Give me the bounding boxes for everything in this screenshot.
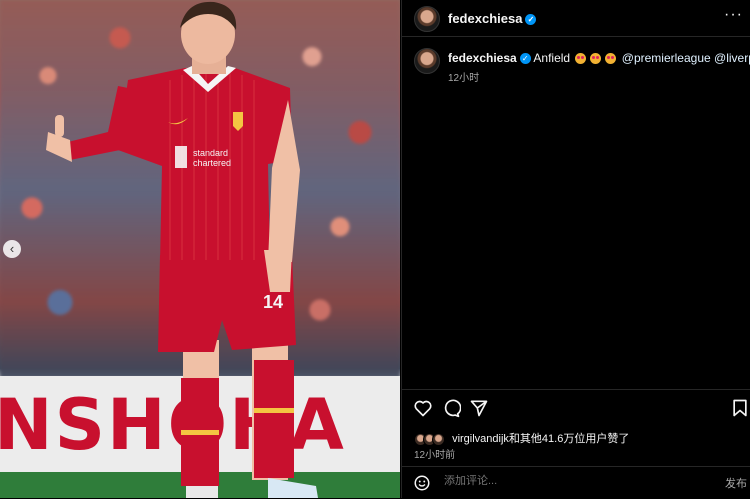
heart-icon[interactable] <box>413 398 433 418</box>
comment-icon[interactable] <box>441 398 461 418</box>
mention-liverpoolfc[interactable]: @liverpoolfc <box>714 51 750 65</box>
avatar[interactable] <box>414 6 440 32</box>
post-details-panel: fedexchiesa ✓ ··· fedexchiesa ✓ Anfield @p… <box>401 0 750 498</box>
post-timestamp: 12小时前 <box>414 450 456 461</box>
caption-avatar[interactable] <box>414 48 440 74</box>
svg-text:chartered: chartered <box>193 158 231 168</box>
caption-timestamp: 12小时 <box>448 73 480 84</box>
share-icon[interactable] <box>469 398 489 418</box>
heart-eyes-emoji-icon <box>575 53 587 65</box>
emoji-icon[interactable] <box>413 474 431 492</box>
liker-avatar <box>432 432 445 446</box>
more-options-button[interactable]: ··· <box>724 6 743 24</box>
svg-text:standard: standard <box>193 148 228 158</box>
bookmark-icon[interactable] <box>730 398 750 418</box>
post-comment-button[interactable]: 发布 <box>725 475 747 491</box>
likes-summary[interactable]: virgilvandijk和其他41.6万位用户赞了 <box>414 430 629 446</box>
likes-text[interactable]: virgilvandijk和其他41.6万位用户赞了 <box>452 433 629 445</box>
player-figure: 14 standard chartered <box>46 1 318 498</box>
comment-input[interactable] <box>442 474 706 488</box>
chevron-left-icon[interactable]: ‹ <box>3 240 21 258</box>
post-header: fedexchiesa ✓ ··· <box>402 0 750 37</box>
caption-username[interactable]: fedexchiesa <box>448 51 517 65</box>
header-username[interactable]: fedexchiesa ✓ <box>448 11 537 26</box>
caption-location: Anfield <box>533 51 571 65</box>
verified-icon: ✓ <box>519 53 531 65</box>
heart-eyes-emoji-icon <box>605 53 617 65</box>
mention-premierleague[interactable]: @premierleague <box>622 51 711 65</box>
header-username-text[interactable]: fedexchiesa <box>448 11 522 26</box>
shirt-number: 14 <box>263 292 283 312</box>
caption: fedexchiesa ✓ Anfield @premierleague @liv… <box>448 51 750 65</box>
heart-eyes-emoji-icon <box>590 53 602 65</box>
verified-icon: ✓ <box>525 14 537 26</box>
post-photo[interactable]: NSHOHA 14 standard chartered ‹ <box>0 0 400 498</box>
